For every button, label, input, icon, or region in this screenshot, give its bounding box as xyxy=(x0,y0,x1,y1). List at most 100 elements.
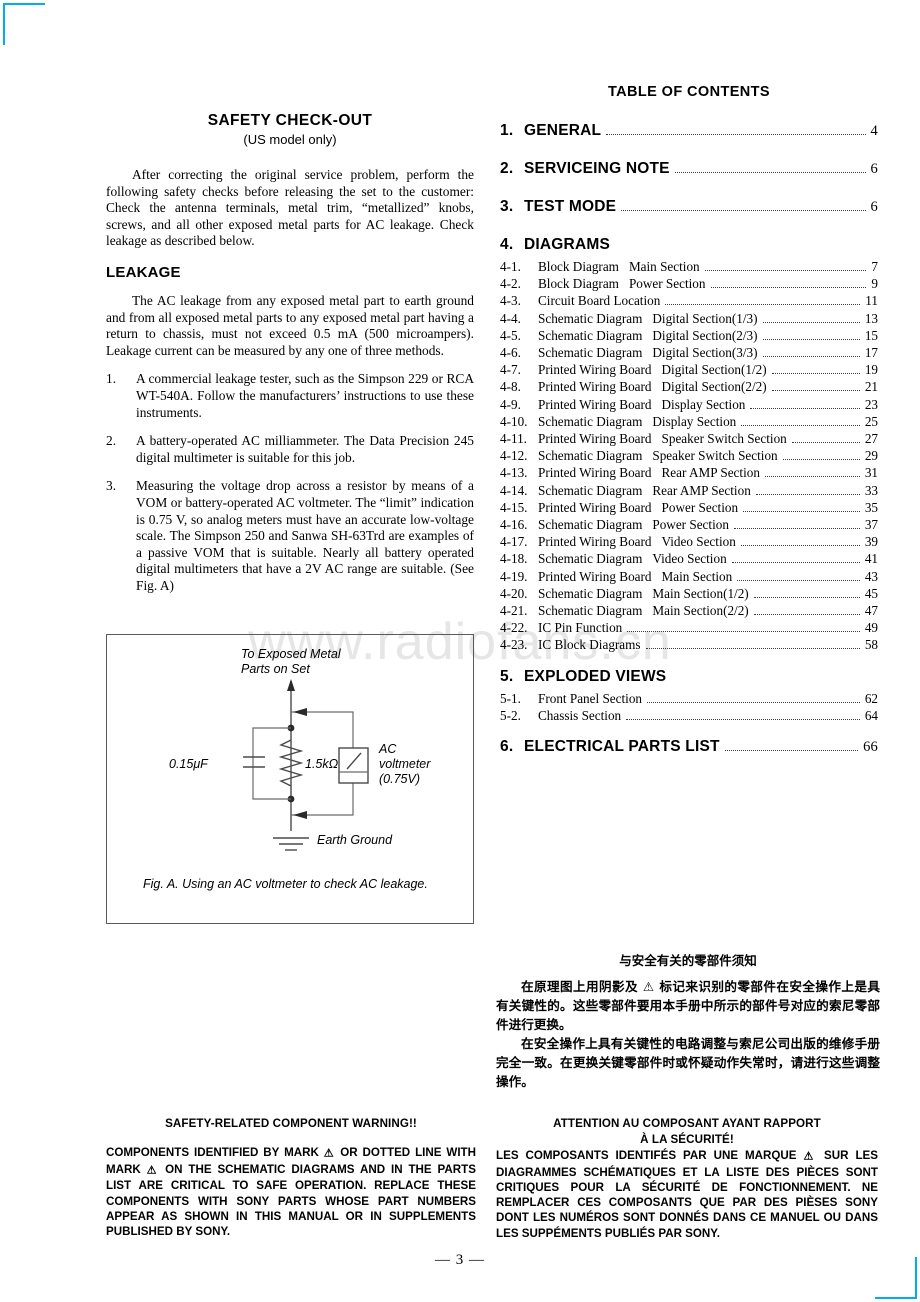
toc-diagram-row[interactable]: 4-18. Schematic Diagram Video Section 41 xyxy=(500,550,878,567)
toc-entry-page: 11 xyxy=(865,293,878,309)
toc-diagram-row[interactable]: 4-8. Printed Wiring Board Digital Section(… xyxy=(500,378,878,395)
toc-entry-number: 3. xyxy=(500,198,514,215)
toc-exploded-row[interactable]: 5-2. Chassis Section 64 xyxy=(500,707,878,724)
toc-entry-label: Printed Wiring Board Power Section xyxy=(538,499,739,515)
toc-entry-page: 4 xyxy=(870,123,878,139)
toc-entry-page: 23 xyxy=(864,396,878,412)
toc-diagram-row[interactable]: 4-13. Printed Wiring Board Rear AMP Sectio… xyxy=(500,464,878,481)
toc-diagram-row[interactable]: 4-10. Schematic Diagram Display Section 25 xyxy=(500,413,878,430)
toc-diagram-row[interactable]: 4-21. Schematic Diagram Main Section(2/2) 4… xyxy=(500,602,878,619)
toc-entry-diagrams[interactable]: 4. DIAGRAMS xyxy=(500,236,878,254)
toc-entry-number: 6. xyxy=(500,738,514,756)
toc-entry-number: 4-11. xyxy=(500,431,527,447)
toc-entry-sublabel: Speaker Switch Section xyxy=(661,431,787,447)
toc-diagram-row[interactable]: 4-23. IC Block Diagrams 58 xyxy=(500,636,878,653)
leakage-heading: LEAKAGE xyxy=(106,263,181,281)
toc-leader xyxy=(764,476,860,478)
list-item-number: 3. xyxy=(106,478,117,494)
toc-leader xyxy=(626,718,860,720)
toc-entry-page: 7 xyxy=(871,259,878,274)
safety-warning-french: ATTENTION AU COMPOSANT AYANT RAPPORT À L… xyxy=(496,1116,878,1241)
toc-leader xyxy=(704,270,867,271)
toc-entry-label: Schematic Diagram Digital Section(3/3) xyxy=(538,345,758,361)
toc-entry-sublabel: Speaker Switch Section xyxy=(652,448,778,464)
toc-entry-page: 49 xyxy=(864,620,878,636)
toc-entry-label: DIAGRAMS xyxy=(524,236,610,253)
toc-entry-general[interactable]: 1. GENERAL 4 xyxy=(500,122,878,140)
toc-entry-number: 5-2. xyxy=(500,707,521,723)
toc-leader xyxy=(762,321,860,323)
toc-entry-page: 64 xyxy=(864,707,878,723)
warning-text-a: LES COMPOSANTS IDENTIFÉS PAR UNE MARQUE xyxy=(496,1149,804,1162)
toc-entry-page: 58 xyxy=(864,637,878,653)
toc-diagram-row[interactable]: 4-15. Printed Wiring Board Power Section 35 xyxy=(500,499,878,516)
toc-entry-number: 4-15. xyxy=(500,499,528,515)
toc-diagram-row[interactable]: 4-1. Block Diagram Main Section 7 xyxy=(500,258,878,275)
toc-entry-sublabel: Digital Section(1/2) xyxy=(661,362,767,378)
capacitor-value-label: 0.15μF xyxy=(169,757,209,771)
toc-leader xyxy=(627,631,860,633)
toc-diagram-row[interactable]: 4-9. Printed Wiring Board Display Section 2… xyxy=(500,396,878,413)
figure-caption: Fig. A. Using an AC voltmeter to check A… xyxy=(143,877,428,891)
figure-top-label-line2: Parts on Set xyxy=(241,662,310,676)
crop-mark-left xyxy=(3,3,5,45)
toc-diagram-row[interactable]: 4-17. Printed Wiring Board Video Section 39 xyxy=(500,533,878,550)
toc-entry-label: Block Diagram Power Section xyxy=(538,276,706,292)
toc-diagram-row[interactable]: 4-12. Schematic Diagram Speaker Switch Sec… xyxy=(500,447,878,464)
toc-entry-sublabel: Video Section xyxy=(661,534,736,550)
toc-entry-electrical-parts-list[interactable]: 6. ELECTRICAL PARTS LIST 66 xyxy=(500,738,878,756)
toc-exploded-row[interactable]: 5-1. Front Panel Section 62 xyxy=(500,690,878,707)
resistor-value-label: 1.5kΩ xyxy=(305,757,339,771)
toc-entry-number: 4-14. xyxy=(500,482,528,498)
toc-diagram-row[interactable]: 4-4. Schematic Diagram Digital Section(1/3… xyxy=(500,310,878,327)
toc-entry-serviceing-note[interactable]: 2. SERVICEING NOTE 6 xyxy=(500,160,878,178)
page-title: SAFETY CHECK-OUT xyxy=(207,112,373,129)
ground-label: Earth Ground xyxy=(317,833,393,847)
toc-leader xyxy=(753,596,860,598)
toc-entry-number: 4-18. xyxy=(500,551,528,567)
toc-entry-number: 4-23. xyxy=(500,637,528,653)
toc-leader xyxy=(791,442,860,444)
toc-entry-label: Printed Wiring Board Main Section xyxy=(538,568,733,584)
toc-diagram-row[interactable]: 4-20. Schematic Diagram Main Section(1/2) 4… xyxy=(500,585,878,602)
toc-entry-label: Schematic Diagram Speaker Switch Section xyxy=(538,448,778,464)
toc-entry-number: 4-3. xyxy=(500,293,521,309)
toc-diagram-row[interactable]: 4-7. Printed Wiring Board Digital Section(… xyxy=(500,361,878,378)
toc-leader xyxy=(645,648,860,650)
toc-diagram-row[interactable]: 4-5. Schematic Diagram Digital Section(2/3… xyxy=(500,327,878,344)
list-item-text: A battery-operated AC milliammeter. The … xyxy=(136,433,474,465)
toc-entry-label: Schematic Diagram Video Section xyxy=(538,551,727,567)
toc-diagram-row[interactable]: 4-22. IC Pin Function 49 xyxy=(500,619,878,636)
toc-leader xyxy=(724,750,859,752)
toc-entry-page: 66 xyxy=(863,739,878,756)
toc-entry-exploded-views[interactable]: 5. EXPLODED VIEWS xyxy=(500,668,878,686)
toc-leader xyxy=(755,493,860,495)
toc-entry-label: Front Panel Section xyxy=(538,690,643,706)
toc-entry-sublabel: Video Section xyxy=(652,551,727,567)
toc-diagram-row[interactable]: 4-2. Block Diagram Power Section 9 xyxy=(500,275,878,292)
toc-entry-number: 4-20. xyxy=(500,585,528,601)
toc-leader xyxy=(733,528,860,530)
toc-leader xyxy=(741,424,860,426)
toc-spacer xyxy=(500,724,878,738)
toc-diagram-row[interactable]: 4-3. Circuit Board Location 11 xyxy=(500,292,878,309)
toc-entry-test-mode[interactable]: 3. TEST MODE 6 xyxy=(500,198,878,216)
toc-diagram-row[interactable]: 4-6. Schematic Diagram Digital Section(3/3… xyxy=(500,344,878,361)
toc-diagram-row[interactable]: 4-16. Schematic Diagram Power Section 37 xyxy=(500,516,878,533)
warning-triangle-icon: ⚠ xyxy=(146,1164,160,1177)
toc-entry-number: 4. xyxy=(500,236,514,253)
toc-diagram-row[interactable]: 4-14. Schematic Diagram Rear AMP Section 33 xyxy=(500,482,878,499)
toc-diagram-row[interactable]: 4-11. Printed Wiring Board Speaker Switch … xyxy=(500,430,878,447)
toc-entry-number: 2. xyxy=(500,160,514,177)
toc-entry-label: GENERAL xyxy=(524,122,602,139)
warning-heading-french-line1: ATTENTION AU COMPOSANT AYANT RAPPORT xyxy=(553,1117,821,1130)
safety-warning-english: SAFETY-RELATED COMPONENT WARNING!! COMPO… xyxy=(106,1116,476,1239)
toc-leader xyxy=(731,562,860,564)
toc-entry-page: 45 xyxy=(864,585,878,601)
toc-entry-sublabel: Main Section(1/2) xyxy=(652,585,749,601)
toc-entry-label: SERVICEING NOTE xyxy=(524,160,670,177)
toc-leader xyxy=(674,172,866,173)
toc-leader xyxy=(762,338,860,340)
toc-diagram-row[interactable]: 4-19. Printed Wiring Board Main Section 43 xyxy=(500,568,878,585)
toc-entry-sublabel: Rear AMP Section xyxy=(661,465,760,481)
